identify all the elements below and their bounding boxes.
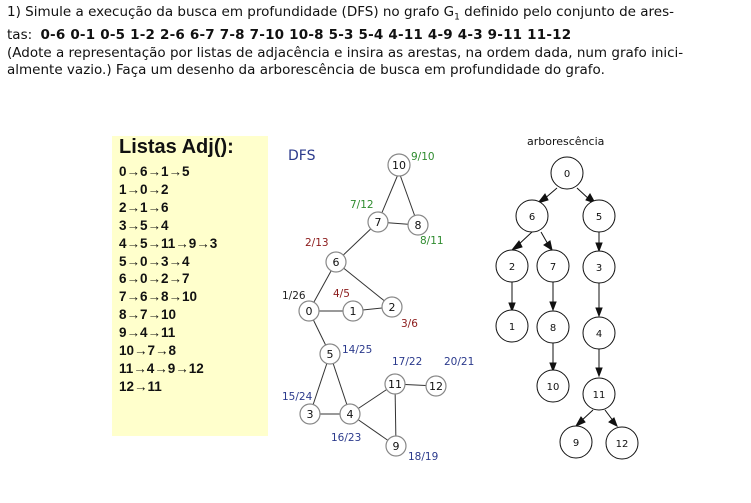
graph-node-labels: 10 7 8 6 0 1 2 5 11 12 3 4 9 bbox=[306, 159, 444, 453]
time-label: 2/13 bbox=[305, 237, 329, 249]
tree-node-label: 0 bbox=[564, 169, 570, 180]
tree-node-label: 3 bbox=[596, 263, 602, 274]
tree-node-label: 4 bbox=[596, 329, 602, 340]
tree-arrowhead bbox=[549, 301, 557, 312]
graph-node-label: 3 bbox=[307, 408, 314, 421]
tree-node-label: 7 bbox=[550, 262, 556, 273]
tree-node-label: 12 bbox=[616, 439, 629, 450]
tree-node-label: 9 bbox=[573, 438, 579, 449]
graph-node-label: 7 bbox=[375, 216, 382, 229]
tree-arrowhead bbox=[595, 367, 603, 378]
graph-node-label: 10 bbox=[392, 159, 406, 172]
graph-node-label: 11 bbox=[388, 378, 402, 391]
time-label: 9/10 bbox=[411, 151, 435, 163]
diagrams: 10 7 8 6 0 1 2 5 11 12 3 4 9 DFS 9/10 7/… bbox=[282, 135, 639, 463]
time-label: 18/19 bbox=[408, 451, 438, 463]
tree-node-label: 8 bbox=[550, 323, 556, 334]
tree-title: arborescência bbox=[527, 135, 604, 148]
tree-arrowhead bbox=[595, 307, 603, 318]
time-label: 14/25 bbox=[342, 344, 372, 356]
time-label: 1/26 bbox=[282, 290, 306, 302]
graph-node-label: 2 bbox=[389, 301, 396, 314]
time-label: 4/5 bbox=[333, 288, 350, 300]
time-label: 17/22 bbox=[392, 356, 422, 368]
dfs-label: DFS bbox=[288, 148, 316, 164]
tree-nodes bbox=[495, 156, 639, 460]
time-label: 15/24 bbox=[282, 391, 313, 403]
tree-node-label: 5 bbox=[596, 212, 602, 223]
time-label: 16/23 bbox=[331, 432, 361, 444]
tree-node-label: 6 bbox=[529, 212, 535, 223]
tree-node-label: 1 bbox=[509, 322, 515, 333]
graph-node-label: 0 bbox=[306, 305, 313, 318]
graph-node-label: 4 bbox=[347, 408, 354, 421]
tree-node-label: 11 bbox=[593, 390, 606, 401]
time-label: 7/12 bbox=[350, 199, 374, 211]
tree-node-label: 10 bbox=[547, 382, 560, 393]
tree-arrowhead bbox=[595, 242, 603, 253]
graph-node-label: 1 bbox=[350, 305, 357, 318]
graph-node-label: 9 bbox=[393, 440, 400, 453]
graph-edge bbox=[335, 261, 393, 308]
tree-node-label: 2 bbox=[509, 262, 515, 273]
graph-node-label: 6 bbox=[333, 256, 340, 269]
time-label: 8/11 bbox=[420, 235, 444, 247]
time-label: 3/6 bbox=[401, 318, 418, 330]
graph-node-label: 8 bbox=[415, 219, 422, 232]
graph-node-label: 12 bbox=[429, 380, 443, 393]
tree-arrowhead bbox=[608, 417, 618, 428]
time-label: 20/21 bbox=[444, 356, 474, 368]
graph-node-label: 5 bbox=[327, 348, 334, 361]
tree-arrowhead bbox=[543, 240, 553, 252]
